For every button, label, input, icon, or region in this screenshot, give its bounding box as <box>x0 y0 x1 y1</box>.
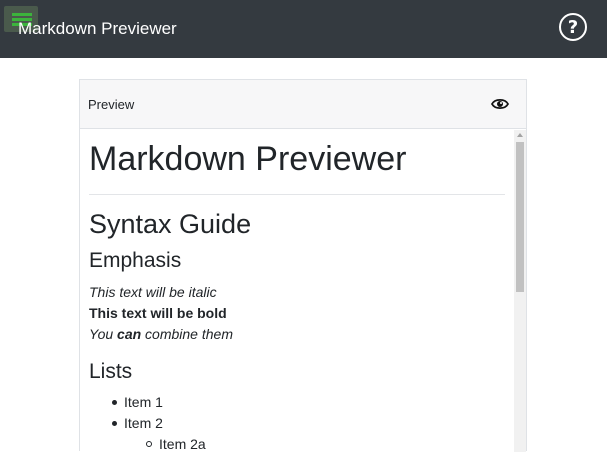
question-circle-icon: ? <box>567 16 579 38</box>
list-item-label: Item 1 <box>124 394 163 410</box>
preview-body: Markdown Previewer Syntax Guide Emphasis… <box>80 130 526 452</box>
combined-strong: can <box>117 326 142 342</box>
preview-h1: Markdown Previewer <box>89 140 407 178</box>
preview-scrollbar[interactable] <box>514 130 526 452</box>
list-item-label: Item 2 <box>124 415 163 431</box>
preview-header-label: Preview <box>88 97 135 112</box>
bold-line: This text will be bold <box>89 305 227 321</box>
bullet-dot <box>112 421 117 426</box>
preview-card: Preview Markdown Previewer Syntax Guide … <box>79 79 527 452</box>
preview-h2: Syntax Guide <box>89 209 252 239</box>
italic-line: This text will be italic <box>89 284 217 300</box>
scroll-thumb[interactable] <box>516 142 524 292</box>
bullet-dot <box>112 400 117 405</box>
list-subitem-label: Item 2a <box>159 436 206 452</box>
preview-card-header: Preview <box>80 80 526 129</box>
navbar: Markdown Previewer ? <box>0 0 607 58</box>
h1-divider <box>89 194 505 195</box>
help-button[interactable]: ? <box>559 13 587 41</box>
combined-suffix: combine them <box>145 326 233 342</box>
eye-icon[interactable] <box>491 97 509 111</box>
combined-line: You can combine them <box>89 326 233 342</box>
combined-prefix: You <box>89 326 114 342</box>
lists-heading: Lists <box>89 360 133 383</box>
bullet-circle <box>146 441 152 447</box>
app-title: Markdown Previewer <box>18 19 177 38</box>
scroll-up-arrow-icon[interactable] <box>517 133 523 137</box>
emphasis-heading: Emphasis <box>89 249 182 272</box>
